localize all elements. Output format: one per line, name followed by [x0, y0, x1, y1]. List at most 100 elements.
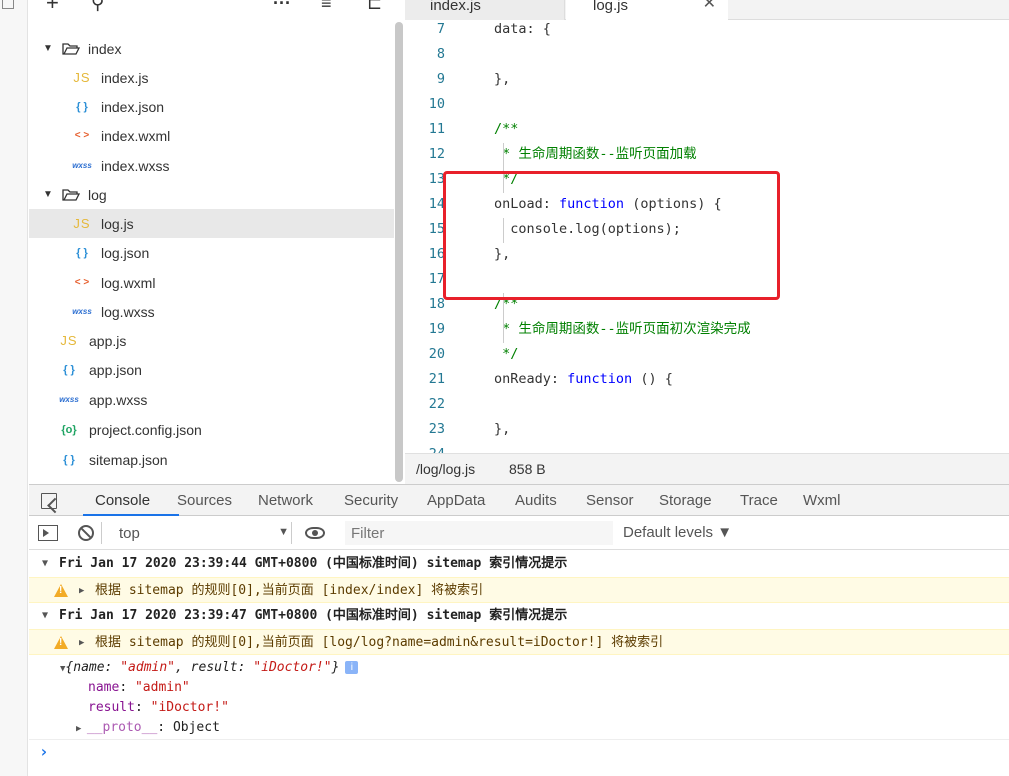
expanded-triangle-icon[interactable]: ▼	[42, 551, 48, 577]
line-number: 16	[428, 246, 445, 262]
tree-item-app-json[interactable]: { } app.json	[29, 355, 394, 384]
caret-down-icon: ▼	[278, 526, 289, 538]
json-file-icon: { }	[63, 363, 75, 376]
line-number: 15	[428, 221, 445, 237]
devtools-tab-trace[interactable]: Trace	[740, 492, 778, 509]
proto-value: : Object	[157, 720, 220, 735]
devtools-tab-sensor[interactable]: Sensor	[586, 492, 634, 509]
eye-icon[interactable]	[305, 527, 325, 539]
code-line[interactable]: 23},	[405, 417, 1009, 442]
filter-input[interactable]	[345, 521, 613, 545]
code-line[interactable]: 22	[405, 392, 1009, 417]
tree-item-index-wxml[interactable]: < > index.wxml	[29, 121, 394, 150]
tab-index-js[interactable]: index.js	[405, 0, 565, 20]
tree-item-label: log	[88, 186, 107, 203]
sort-icon[interactable]: ≡	[321, 0, 332, 12]
tree-item-index-wxss[interactable]: wxss index.wxss	[29, 151, 394, 180]
close-icon[interactable]: ✕	[703, 0, 716, 12]
warning-message[interactable]: ▶ 根据 sitemap 的规则[0],当前页面 [log/log?name=a…	[29, 629, 1009, 655]
tree-item-index-js[interactable]: JS index.js	[29, 63, 394, 92]
expanded-triangle-icon[interactable]: ▼	[43, 43, 53, 54]
collapsed-triangle-icon[interactable]: ▶	[76, 724, 87, 734]
code-line[interactable]: 10	[405, 92, 1009, 117]
log-group-header[interactable]: ▼ Fri Jan 17 2020 23:39:44 GMT+0800 (中国标…	[29, 551, 1009, 577]
line-number: 23	[428, 421, 445, 437]
tab-log-js[interactable]: log.js ✕	[566, 0, 728, 20]
code-line[interactable]: 19 * 生命周期函数--监听页面初次渲染完成	[405, 317, 1009, 342]
tree-item-index-json[interactable]: { } index.json	[29, 92, 394, 121]
line-number: 19	[428, 321, 445, 337]
console-prompt[interactable]: ›	[29, 739, 1009, 765]
devtools-tab-wxml[interactable]: Wxml	[803, 492, 841, 509]
panel-icon[interactable]	[2, 0, 14, 9]
tree-item-log-wxml[interactable]: < > log.wxml	[29, 268, 394, 297]
tree-item-label: log.wxml	[101, 274, 156, 291]
code-token: onReady:	[494, 371, 568, 387]
context-select[interactable]: top ▼	[111, 521, 289, 545]
info-icon[interactable]: i	[345, 661, 359, 674]
divider	[101, 522, 102, 544]
code-line[interactable]: 7 data: {	[405, 20, 1009, 42]
devtools-tab-storage[interactable]: Storage	[659, 492, 712, 509]
line-number: 14	[428, 196, 445, 212]
collapse-icon[interactable]: ⊏	[367, 0, 382, 12]
devtools-tab-appdata[interactable]: AppData	[427, 492, 485, 509]
object-summary[interactable]: ▼{name: "admin", result: "iDoctor!"} i	[60, 658, 359, 678]
object-proto[interactable]: ▶ __proto__: Object	[76, 718, 220, 738]
tree-item-log-json[interactable]: { } log.json	[29, 238, 394, 267]
devtools-tab-sources[interactable]: Sources	[177, 492, 232, 509]
line-number: 10	[428, 96, 445, 112]
inspect-element-icon[interactable]	[41, 493, 57, 509]
tree-item-log-wxss[interactable]: wxss log.wxss	[29, 297, 394, 326]
collapsed-triangle-icon[interactable]: ▶	[79, 578, 84, 604]
line-number: 13	[428, 171, 445, 187]
levels-dropdown[interactable]: Default levels ▼	[623, 524, 732, 541]
sidebar-toggle-icon[interactable]	[38, 525, 58, 541]
search-icon[interactable]: ⚲	[91, 0, 104, 12]
tree-item-log-js[interactable]: JS log.js	[29, 209, 394, 238]
devtools-tab-security[interactable]: Security	[344, 492, 398, 509]
summary-open: {name:	[65, 660, 121, 675]
plus-icon[interactable]: +	[46, 0, 59, 14]
tree-item-log[interactable]: ▼ log	[29, 180, 394, 209]
devtools-tab-console[interactable]: Console	[95, 492, 150, 509]
code-line[interactable]: 12 * 生命周期函数--监听页面加载	[405, 142, 1009, 167]
code-line[interactable]: 9},	[405, 67, 1009, 92]
code-text: data: {	[494, 20, 551, 42]
clear-console-icon[interactable]	[78, 525, 94, 541]
log-group-header[interactable]: ▼ Fri Jan 17 2020 23:39:47 GMT+0800 (中国标…	[29, 603, 1009, 629]
line-number: 24	[405, 442, 445, 453]
console-toolbar: top ▼ Default levels ▼	[29, 516, 1009, 550]
code-line[interactable]: 8	[405, 42, 1009, 67]
warning-message[interactable]: ▶ 根据 sitemap 的规则[0],当前页面 [index/index] 将…	[29, 577, 1009, 603]
explorer-scrollbar[interactable]	[395, 22, 403, 482]
line-number: 18	[428, 296, 445, 312]
expanded-triangle-icon[interactable]: ▼	[42, 603, 48, 629]
code-line[interactable]: 11 /**	[405, 117, 1009, 142]
wxss-file-icon: wxss	[72, 161, 92, 170]
ide-window: + ⚲ ··· ≡ ⊏ ▼ index JS index.js{ } index.jso…	[0, 0, 1009, 776]
indent-guide	[503, 293, 504, 343]
collapsed-triangle-icon[interactable]: ▶	[79, 630, 84, 656]
object-property: result: "iDoctor!"	[88, 700, 229, 715]
code-line[interactable]: 20 */	[405, 342, 1009, 367]
wxss-file-icon: wxss	[72, 307, 92, 316]
tree-item-app-js[interactable]: JS app.js	[29, 326, 394, 355]
tree-item-app-wxss[interactable]: wxss app.wxss	[29, 385, 394, 414]
editor-statusbar: /log/log.js 858 B	[405, 453, 1009, 484]
line-number: 9	[436, 71, 445, 87]
tree-item-project-config-json[interactable]: {o} project.config.json	[29, 415, 394, 444]
code-line[interactable]: 24	[405, 442, 1009, 453]
devtools-tab-audits[interactable]: Audits	[515, 492, 557, 509]
line-number: 11	[428, 121, 445, 137]
tree-item-label: index.json	[101, 98, 165, 115]
more-icon[interactable]: ···	[273, 0, 291, 12]
devtools-tab-network[interactable]: Network	[258, 492, 313, 509]
code-line[interactable]: 21 onReady: function () {	[405, 367, 1009, 392]
tree-item-sitemap-json[interactable]: { } sitemap.json	[29, 445, 394, 474]
code-token: data: {	[494, 21, 551, 37]
tree-item-index[interactable]: ▼ index	[29, 34, 394, 63]
expanded-triangle-icon[interactable]: ▼	[43, 189, 53, 200]
line-number: 8	[436, 46, 445, 62]
tree-item-label: log.json	[101, 244, 150, 261]
